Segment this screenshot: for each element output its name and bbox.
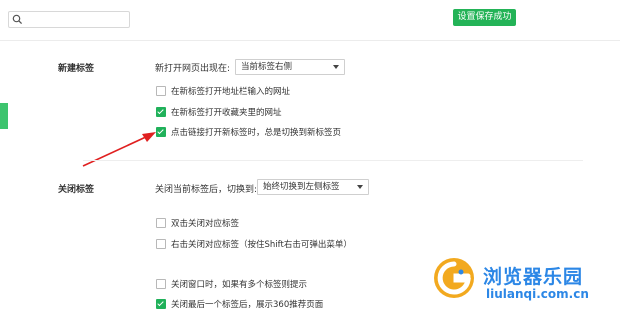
option-label: 在新标签打开收藏夹里的网址 — [171, 108, 282, 118]
section-title-close-tab: 关闭标签 — [58, 185, 95, 195]
checkbox[interactable] — [156, 86, 166, 96]
open-position-value: 当前标签右侧 — [241, 62, 293, 72]
checkbox-checked[interactable] — [156, 299, 166, 309]
open-position-label: 新打开网页出现在: — [155, 64, 231, 74]
chevron-down-icon — [333, 65, 339, 69]
option-label: 双击关闭对应标签 — [171, 219, 240, 229]
section-title-new-tab: 新建标签 — [58, 64, 95, 74]
after-close-select[interactable]: 始终切换到左侧标签 — [257, 179, 369, 195]
option-label: 右击关闭对应标签（按住Shift右击可弹出菜单） — [171, 240, 352, 250]
section-divider — [83, 160, 583, 161]
option-label: 在新标签打开地址栏输入的网址 — [171, 87, 291, 97]
chevron-down-icon — [357, 185, 363, 189]
option-label: 关闭最后一个标签后，展示360推荐页面 — [171, 300, 324, 310]
watermark-url: liulanqi.com.cn — [486, 287, 589, 301]
after-close-label: 关闭当前标签后，切换到: — [155, 185, 258, 195]
sidebar-active-indicator — [0, 103, 8, 129]
save-success-toast: 设置保存成功 — [453, 9, 516, 26]
watermark-name: 浏览器乐园 — [483, 266, 584, 288]
watermark-logo-icon — [434, 258, 474, 298]
option-label: 关闭窗口时，如果有多个标签则提示 — [171, 280, 308, 290]
header-divider — [0, 40, 620, 41]
search-box[interactable] — [8, 11, 130, 28]
search-input[interactable] — [25, 13, 125, 26]
checkbox[interactable] — [156, 279, 166, 289]
open-position-select[interactable]: 当前标签右侧 — [235, 59, 345, 75]
option-label: 点击链接打开新标签时，总是切换到新标签页 — [171, 128, 342, 138]
red-arrow-annotation — [82, 132, 156, 167]
checkbox-checked[interactable] — [156, 107, 166, 117]
checkbox[interactable] — [156, 218, 166, 228]
search-icon — [12, 14, 23, 25]
after-close-value: 始终切换到左侧标签 — [263, 182, 340, 192]
checkbox[interactable] — [156, 239, 166, 249]
